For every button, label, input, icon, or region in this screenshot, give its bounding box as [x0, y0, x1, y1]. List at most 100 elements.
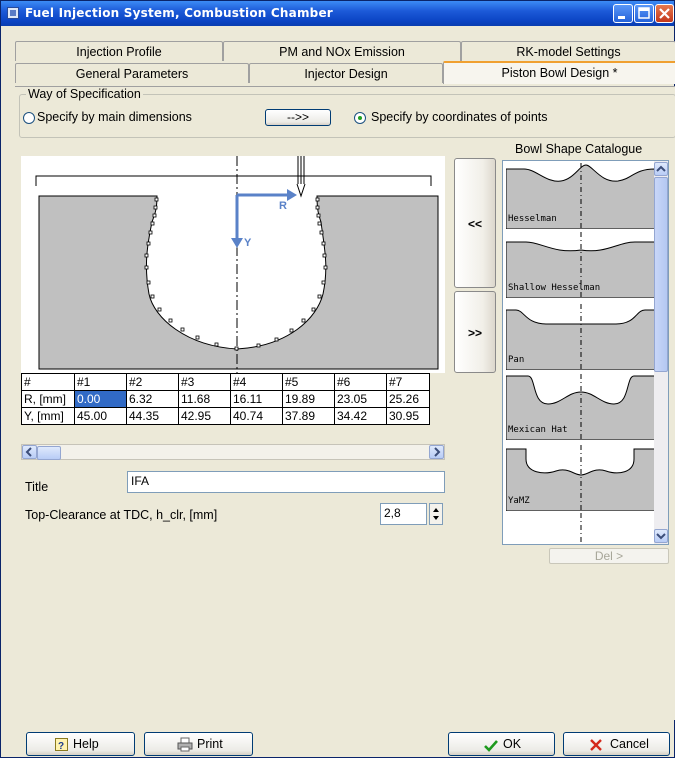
- cancel-button[interactable]: Cancel: [563, 732, 670, 756]
- catalogue-item-label: Mexican Hat: [508, 425, 568, 435]
- table-header: #3: [178, 373, 231, 391]
- arrow-up-icon: [656, 165, 666, 172]
- clearance-spinner[interactable]: [429, 503, 443, 525]
- maximize-button[interactable]: [634, 4, 654, 23]
- table-header: #7: [386, 373, 430, 391]
- tab-general-parameters[interactable]: General Parameters: [15, 63, 249, 83]
- catalogue-item-yamz[interactable]: YaMZ: [505, 445, 656, 512]
- tab-rk-model-settings[interactable]: RK-model Settings: [461, 41, 675, 61]
- pan-shape-icon: [505, 304, 656, 371]
- move-right-button[interactable]: >>: [454, 291, 496, 373]
- title-label: Title: [25, 480, 49, 494]
- spinner-arrows-icon: [433, 508, 439, 520]
- radio-main-dimensions[interactable]: [23, 112, 35, 124]
- table-header: #6: [334, 373, 387, 391]
- row-label: R, [mm]: [21, 390, 75, 408]
- radio-coordinates[interactable]: [354, 112, 366, 124]
- title-input[interactable]: IFA: [127, 471, 445, 493]
- catalogue-item-label: Hesselman: [508, 214, 557, 224]
- row-label: Y, [mm]: [21, 407, 75, 425]
- table-hscrollbar[interactable]: [21, 444, 445, 460]
- title-bar[interactable]: Fuel Injection System, Combustion Chambe…: [1, 1, 674, 26]
- catalogue-item-label: Shallow Hesselman: [508, 283, 601, 293]
- tab-pm-nox-emission[interactable]: PM and NOx Emission: [223, 41, 461, 61]
- catalogue-vscrollbar[interactable]: [654, 161, 668, 544]
- app-icon[interactable]: [7, 7, 19, 19]
- scroll-thumb[interactable]: [654, 177, 668, 372]
- table-cell[interactable]: 19.89: [282, 390, 335, 408]
- catalogue-item-hesselman[interactable]: Hesselman: [505, 163, 656, 230]
- clearance-label: Top-Clearance at TDC, h_clr, [mm]: [25, 508, 218, 522]
- axis-y-label: Y: [244, 237, 252, 249]
- table-cell[interactable]: 23.05: [334, 390, 387, 408]
- close-button[interactable]: [655, 4, 674, 23]
- catalogue-title: Bowl Shape Catalogue: [515, 142, 643, 156]
- minimize-button[interactable]: [613, 4, 633, 23]
- main-window: Fuel Injection System, Combustion Chambe…: [0, 0, 675, 758]
- table-header: #4: [230, 373, 283, 391]
- catalogue-item-label: Pan: [508, 355, 525, 365]
- scroll-left-button[interactable]: [22, 445, 37, 459]
- table-cell[interactable]: 30.95: [386, 407, 430, 425]
- scroll-down-button[interactable]: [654, 529, 668, 543]
- print-button[interactable]: Print: [144, 732, 253, 756]
- window-title: Fuel Injection System, Combustion Chambe…: [25, 6, 333, 20]
- catalogue-item-label: YaMZ: [508, 496, 530, 506]
- convert-button[interactable]: -->>: [265, 109, 331, 126]
- table-header: #: [21, 373, 75, 391]
- printer-icon: [177, 737, 193, 752]
- clearance-input[interactable]: 2,8: [380, 503, 427, 525]
- table-header: #5: [282, 373, 335, 391]
- scroll-thumb[interactable]: [37, 446, 61, 460]
- help-icon: ?: [55, 738, 68, 751]
- catalogue-item-shallow-hesselman[interactable]: Shallow Hesselman: [505, 232, 656, 299]
- table-cell[interactable]: 11.68: [178, 390, 231, 408]
- help-button[interactable]: ? Help: [26, 732, 135, 756]
- specification-group: Way of Specification Specify by main dim…: [19, 87, 675, 138]
- axis-r-label: R: [279, 200, 287, 212]
- minimize-icon: [618, 16, 625, 19]
- table-cell[interactable]: 37.89: [282, 407, 335, 425]
- move-left-button[interactable]: <<: [454, 158, 496, 288]
- table-header: #2: [126, 373, 179, 391]
- table-cell[interactable]: 25.26: [386, 390, 430, 408]
- close-icon: [659, 8, 670, 19]
- scroll-up-button[interactable]: [654, 162, 668, 176]
- print-label: Print: [197, 737, 223, 751]
- table-cell[interactable]: 34.42: [334, 407, 387, 425]
- table-cell-selected[interactable]: 0.00: [74, 390, 127, 408]
- points-table[interactable]: # #1 #2 #3 #4 #5 #6 #7 R, [mm] 0.00 6.32…: [21, 373, 430, 425]
- table-cell[interactable]: 44.35: [126, 407, 179, 425]
- label-coordinates[interactable]: Specify by coordinates of points: [371, 110, 548, 124]
- table-header: #1: [74, 373, 127, 391]
- tab-injection-profile[interactable]: Injection Profile: [15, 41, 223, 61]
- tab-injector-design[interactable]: Injector Design: [249, 63, 443, 83]
- bowl-drawing[interactable]: R Y: [21, 156, 445, 373]
- help-label: Help: [73, 737, 99, 751]
- ok-label: OK: [503, 737, 522, 751]
- cancel-label: Cancel: [610, 737, 649, 751]
- label-main-dimensions[interactable]: Specify by main dimensions: [37, 110, 192, 124]
- arrow-left-icon: [25, 447, 32, 457]
- checkmark-icon: [484, 740, 498, 752]
- table-row: Y, [mm] 45.00 44.35 42.95 40.74 37.89 34…: [21, 407, 430, 425]
- tabs-row-bottom: General Parameters Injector Design Pisto…: [15, 61, 675, 84]
- table-cell[interactable]: 40.74: [230, 407, 283, 425]
- tab-piston-bowl-design[interactable]: Piston Bowl Design *: [443, 61, 675, 84]
- maximize-icon: [638, 7, 650, 19]
- table-cell[interactable]: 16.11: [230, 390, 283, 408]
- catalogue-item-mexican-hat[interactable]: Mexican Hat: [505, 374, 656, 441]
- table-cell[interactable]: 6.32: [126, 390, 179, 408]
- tabs-row-top: Injection Profile PM and NOx Emission RK…: [15, 41, 675, 61]
- table-cell[interactable]: 42.95: [178, 407, 231, 425]
- catalogue-item-pan[interactable]: Pan: [505, 304, 656, 371]
- arrow-down-icon: [656, 533, 666, 540]
- catalogue-next-peek: [580, 513, 582, 544]
- bowl-shape-catalogue[interactable]: Hesselman Shallow Hesselman Pan Mexican …: [502, 160, 669, 545]
- scroll-right-button[interactable]: [429, 445, 444, 459]
- table-cell[interactable]: 45.00: [74, 407, 127, 425]
- delete-button[interactable]: Del >: [549, 548, 669, 564]
- table-header-row: # #1 #2 #3 #4 #5 #6 #7: [21, 373, 430, 391]
- table-row: R, [mm] 0.00 6.32 11.68 16.11 19.89 23.0…: [21, 390, 430, 408]
- ok-button[interactable]: OK: [448, 732, 555, 756]
